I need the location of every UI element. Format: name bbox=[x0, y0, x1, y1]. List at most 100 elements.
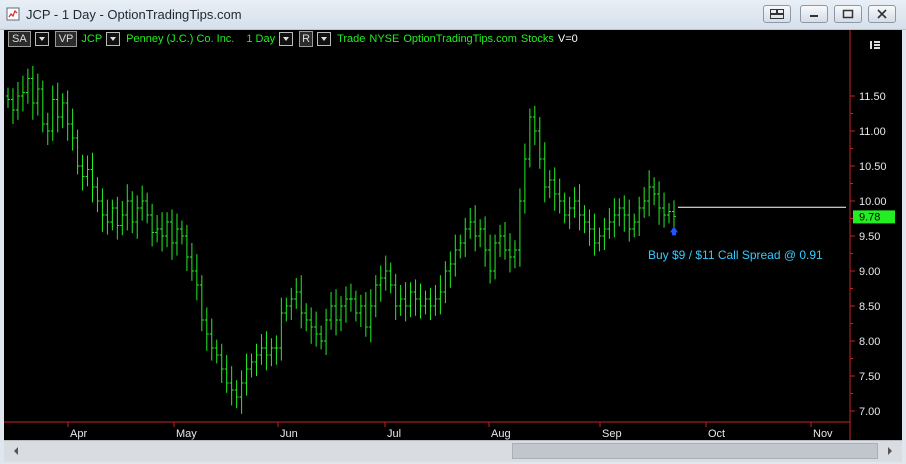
ohlc-bar bbox=[662, 192, 667, 228]
ohlc-bar bbox=[174, 213, 179, 256]
x-tick-label: Aug bbox=[491, 428, 511, 440]
x-tick-label: Jul bbox=[387, 428, 401, 440]
close-button[interactable] bbox=[868, 5, 896, 23]
ohlc-bar bbox=[299, 275, 304, 329]
ohlc-bar bbox=[353, 290, 358, 322]
ohlc-bar bbox=[269, 338, 274, 367]
ohlc-bar bbox=[517, 188, 522, 267]
horizontal-scrollbar[interactable] bbox=[4, 440, 902, 462]
ohlc-bar bbox=[264, 331, 269, 371]
ohlc-bar bbox=[468, 208, 473, 239]
ohlc-bar bbox=[592, 213, 597, 256]
ohlc-bar bbox=[234, 380, 239, 409]
ohlc-bar bbox=[179, 220, 184, 245]
ohlc-bar bbox=[40, 80, 45, 133]
y-tick-label: 7.00 bbox=[859, 406, 880, 418]
price-bars bbox=[6, 65, 676, 414]
ohlc-bar bbox=[100, 188, 105, 232]
ohlc-bar bbox=[329, 292, 334, 330]
ohlc-bar bbox=[219, 343, 224, 383]
ohlc-bar bbox=[587, 209, 592, 246]
chevron-right-icon bbox=[888, 447, 892, 455]
ohlc-bar bbox=[602, 217, 607, 250]
y-tick-label: 11.00 bbox=[859, 126, 886, 138]
ohlc-bar bbox=[338, 296, 343, 332]
ohlc-bar bbox=[25, 68, 30, 104]
scroll-right-button[interactable] bbox=[880, 443, 900, 459]
ohlc-bar bbox=[622, 195, 627, 232]
ohlc-bar bbox=[70, 108, 75, 151]
trade-annotation: Buy $9 / $11 Call Spread @ 0.91 bbox=[648, 248, 823, 262]
ohlc-bar bbox=[125, 184, 130, 231]
ohlc-bar bbox=[408, 282, 413, 318]
ohlc-bar bbox=[45, 112, 50, 145]
ohlc-bar bbox=[547, 170, 552, 199]
ohlc-bar bbox=[65, 90, 70, 141]
x-tick-label: May bbox=[176, 428, 197, 440]
ohlc-bar bbox=[537, 117, 542, 169]
x-tick-label: Oct bbox=[708, 428, 725, 440]
ohlc-bar bbox=[368, 289, 373, 343]
ohlc-bar bbox=[10, 88, 15, 124]
ohlc-bar bbox=[259, 334, 264, 365]
buy-arrow-icon bbox=[669, 226, 678, 236]
chevron-left-icon bbox=[14, 447, 18, 455]
ohlc-bar bbox=[667, 203, 672, 224]
ohlc-bar bbox=[6, 87, 10, 108]
ohlc-bar bbox=[80, 154, 85, 191]
ohlc-bar bbox=[473, 205, 478, 252]
ohlc-bar bbox=[627, 199, 632, 242]
ohlc-bar bbox=[632, 213, 637, 238]
x-tick-label: Jun bbox=[280, 428, 298, 440]
ohlc-bar bbox=[229, 366, 234, 406]
x-tick-label: Sep bbox=[602, 428, 622, 440]
ohlc-bar bbox=[194, 254, 199, 301]
minimize-button[interactable] bbox=[800, 5, 828, 23]
y-tick-label: 8.00 bbox=[859, 336, 880, 348]
price-tag: 9.78 bbox=[853, 210, 895, 224]
ohlc-bar bbox=[488, 234, 493, 284]
ohlc-bar bbox=[453, 234, 458, 277]
ohlc-bar bbox=[184, 224, 189, 271]
ohlc-bar bbox=[438, 275, 443, 315]
ohlc-bar bbox=[60, 93, 65, 129]
y-tick-label: 10.50 bbox=[859, 161, 887, 173]
price-tag-value: 9.78 bbox=[859, 211, 880, 223]
y-tick-label: 11.50 bbox=[859, 91, 886, 103]
restore-layout-button[interactable] bbox=[763, 5, 791, 23]
maximize-button[interactable] bbox=[834, 5, 862, 23]
ohlc-bar bbox=[343, 286, 348, 323]
ohlc-bar bbox=[155, 215, 160, 243]
scroll-thumb[interactable] bbox=[512, 443, 878, 459]
ohlc-bar bbox=[289, 287, 294, 320]
ohlc-bar bbox=[522, 143, 527, 214]
ohlc-bar bbox=[503, 222, 507, 260]
ohlc-bar bbox=[189, 243, 194, 281]
ohlc-bar bbox=[20, 75, 25, 112]
ohlc-bar bbox=[160, 212, 165, 252]
maximize-icon bbox=[842, 9, 854, 19]
ohlc-bar bbox=[348, 283, 353, 312]
ohlc-bar bbox=[542, 142, 547, 203]
ohlc-bar bbox=[393, 273, 398, 320]
ohlc-bar bbox=[423, 290, 428, 315]
ohlc-bar bbox=[433, 285, 438, 316]
scroll-left-button[interactable] bbox=[6, 443, 26, 459]
ohlc-bar bbox=[363, 292, 368, 337]
app-chart-icon bbox=[6, 7, 20, 21]
ohlc-bar bbox=[135, 195, 140, 239]
price-chart[interactable]: 11.50 11.00 10.50 10.00 9.50 9.00 8.50 8.00 7.50… bbox=[4, 30, 902, 440]
ohlc-bar bbox=[140, 185, 145, 221]
ohlc-bar bbox=[597, 227, 602, 252]
y-tick-label: 8.50 bbox=[859, 301, 880, 313]
ohlc-bar bbox=[309, 307, 314, 344]
ohlc-bar bbox=[85, 155, 90, 187]
ohlc-bar bbox=[214, 339, 219, 364]
ohlc-bar bbox=[115, 196, 120, 240]
ohlc-bar bbox=[612, 198, 617, 238]
window-title-bar[interactable]: JCP - 1 Day - OptionTradingTips.com bbox=[0, 0, 906, 30]
ohlc-bar bbox=[294, 278, 299, 309]
ohlc-bar bbox=[577, 184, 582, 231]
y-tick-label: 9.50 bbox=[859, 231, 880, 243]
ohlc-bar bbox=[165, 212, 170, 248]
